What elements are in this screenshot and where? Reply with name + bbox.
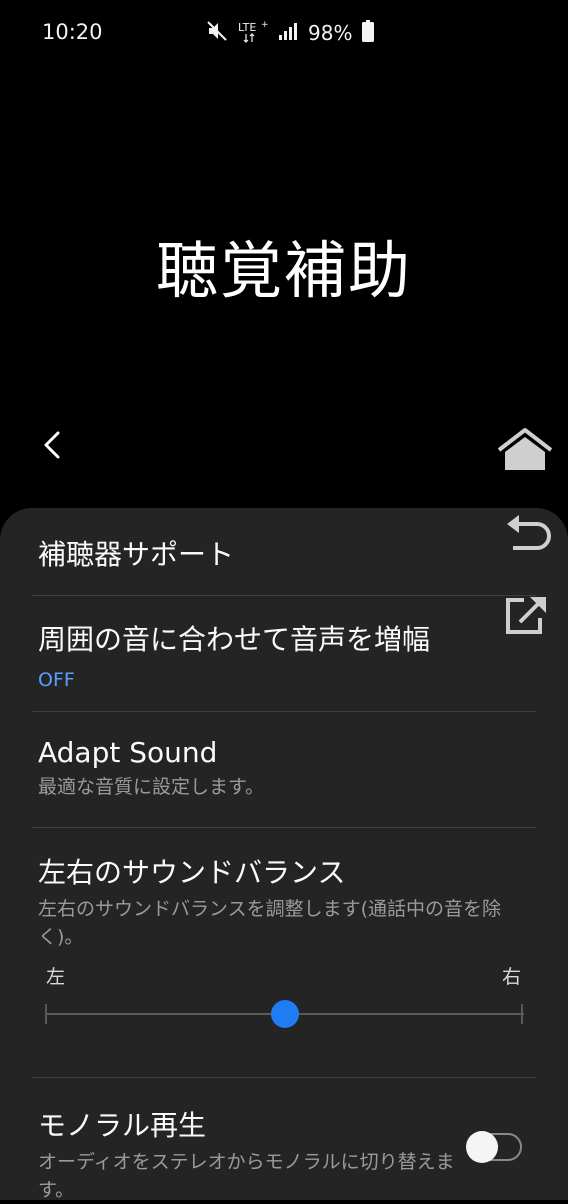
status-time: 10:20 <box>42 20 103 44</box>
setting-ambient-sound[interactable]: 周囲の音に合わせて音声を増幅 OFF <box>38 618 533 694</box>
undo-button[interactable] <box>500 510 556 556</box>
signal-icon <box>278 21 298 45</box>
setting-subtitle: 最適な音質に設定します。 <box>38 776 265 798</box>
slider-tick-left <box>45 1004 47 1024</box>
divider <box>32 827 536 828</box>
setting-sound-balance: 左右のサウンドバランス 左右のサウンドバランスを調整します(通話中の音を除く)。 <box>38 851 533 951</box>
setting-subtitle: オーディオをステレオからモノラルに切り替えます。 <box>38 1151 455 1201</box>
setting-title: Adapt Sound <box>38 736 218 769</box>
divider <box>32 1077 536 1078</box>
back-button[interactable] <box>30 420 74 470</box>
setting-status: OFF <box>38 669 75 691</box>
slider-left-label: 左 <box>46 966 66 988</box>
home-button[interactable] <box>494 424 556 474</box>
status-icons: LTE + 98% <box>206 18 375 48</box>
setting-subtitle: 左右のサウンドバランスを調整します(通話中の音を除く)。 <box>38 898 502 948</box>
slider-tick-right <box>521 1004 523 1024</box>
status-bar: 10:20 LTE + 98% <box>0 0 568 64</box>
divider <box>32 711 536 712</box>
setting-hearing-aid-support[interactable]: 補聴器サポート <box>38 533 533 573</box>
setting-title: モノラル再生 <box>38 1109 207 1142</box>
setting-adapt-sound[interactable]: Adapt Sound 最適な音質に設定します。 <box>38 736 533 801</box>
share-button[interactable] <box>500 590 552 638</box>
setting-mono-audio[interactable]: モノラル再生 オーディオをステレオからモノラルに切り替えます。 <box>38 1104 458 1204</box>
mute-icon <box>206 20 228 46</box>
battery-percent: 98% <box>308 21 353 45</box>
setting-title: 補聴器サポート <box>38 538 235 571</box>
slider-right-label: 右 <box>502 966 522 988</box>
undo-icon <box>507 515 551 550</box>
svg-text:+: + <box>261 20 268 30</box>
share-icon <box>506 597 546 634</box>
mono-audio-toggle[interactable] <box>466 1131 524 1163</box>
lte-icon: LTE + <box>238 20 269 46</box>
balance-slider-thumb[interactable] <box>271 1000 299 1028</box>
chevron-left-icon <box>44 431 60 459</box>
battery-icon <box>362 20 375 46</box>
setting-title: 周囲の音に合わせて音声を増幅 <box>38 623 431 656</box>
toggle-knob <box>466 1131 498 1163</box>
setting-title: 左右のサウンドバランス <box>38 856 346 889</box>
divider <box>32 595 536 596</box>
page-title: 聴覚補助 <box>155 234 412 307</box>
svg-text:LTE: LTE <box>238 21 256 34</box>
home-icon <box>497 428 553 470</box>
